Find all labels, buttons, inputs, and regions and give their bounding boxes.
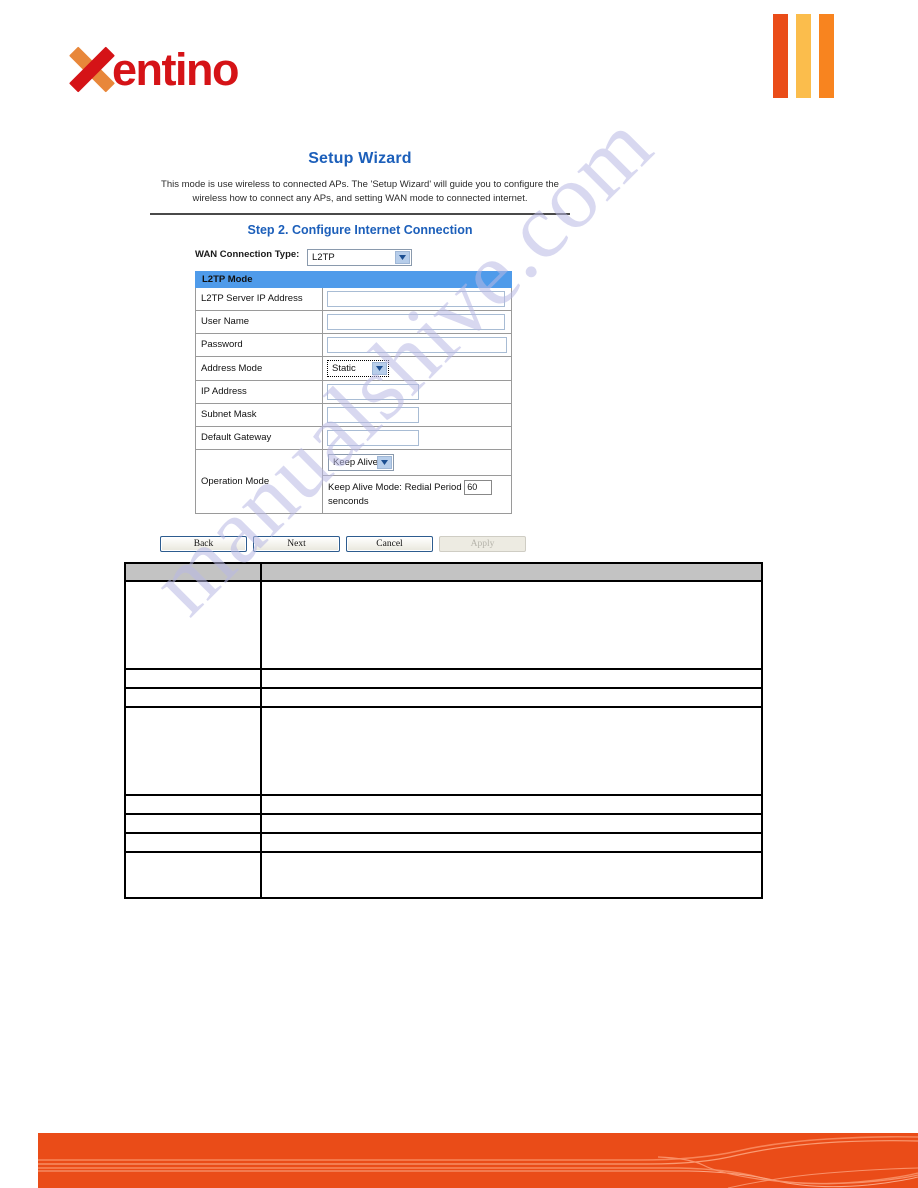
table-cell-label: [124, 794, 262, 815]
table-row: Default Gateway: [195, 425, 512, 450]
table-row: [124, 794, 763, 815]
wan-connection-type-row: WAN Connection Type: L2TP: [195, 248, 570, 266]
l2tp-server-ip-input[interactable]: [327, 290, 505, 307]
table-row: L2TP Server IP Address: [195, 286, 512, 311]
chevron-down-icon[interactable]: [395, 250, 410, 264]
table-row: Password: [195, 332, 512, 357]
table-cell-value: [260, 687, 763, 708]
table-cell-label: [124, 668, 262, 689]
redial-period-input[interactable]: 60: [464, 479, 493, 495]
document-page: entino Setup Wizard This mode is use wir…: [0, 0, 918, 1188]
ip-address-input[interactable]: [327, 383, 419, 400]
operation-mode-select[interactable]: Keep Alive: [328, 453, 394, 471]
table-cell-label: [124, 580, 262, 670]
table-header-col2: [260, 562, 763, 582]
table-row: [124, 668, 763, 689]
back-button[interactable]: Back: [160, 536, 247, 552]
l2tp-settings-table: L2TP Mode L2TP Server IP Address User Na…: [195, 270, 512, 515]
row-field-default-gateway: [322, 425, 512, 450]
row-field-password: [322, 332, 512, 357]
table-cell-value: [260, 851, 763, 899]
step-title: Step 2. Configure Internet Connection: [247, 222, 473, 237]
row-label-l2tp-server-ip: L2TP Server IP Address: [195, 286, 323, 311]
wan-connection-type-select[interactable]: L2TP: [307, 248, 412, 266]
table-cell-value: [260, 832, 763, 853]
l2tp-section-header-row: L2TP Mode: [195, 270, 512, 288]
table-cell-value: [260, 580, 763, 670]
user-name-input[interactable]: [327, 313, 505, 330]
row-field-operation-mode: Keep Alive Keep Alive Mode: Redial Perio…: [322, 448, 512, 515]
table-cell-label: [124, 687, 262, 708]
keep-alive-suffix-label: senconds: [328, 495, 369, 507]
table-cell-value: [260, 813, 763, 834]
row-field-l2tp-server-ip: [322, 286, 512, 311]
table-row-operation-mode: Operation Mode Keep Alive Keep Alive Mod…: [195, 448, 512, 515]
subnet-mask-input[interactable]: [327, 406, 419, 423]
address-mode-select[interactable]: Static: [326, 358, 390, 378]
accent-bar-1: [773, 14, 788, 98]
table-row: [124, 813, 763, 834]
cancel-button[interactable]: Cancel: [346, 536, 433, 552]
row-field-subnet-mask: [322, 402, 512, 427]
row-label-address-mode: Address Mode: [195, 355, 323, 381]
table-row: User Name: [195, 309, 512, 334]
brand-name: entino: [112, 43, 239, 95]
table-cell-label: [124, 813, 262, 834]
address-mode-value: Static: [332, 362, 356, 374]
row-field-address-mode: Static: [322, 355, 512, 381]
operation-mode-select-wrap: Keep Alive: [323, 450, 511, 476]
row-label-subnet-mask: Subnet Mask: [195, 402, 323, 427]
table-cell-value: [260, 794, 763, 815]
table-cell-label: [124, 851, 262, 899]
keep-alive-settings: Keep Alive Mode: Redial Period 60 sencon…: [323, 476, 511, 514]
default-gateway-input[interactable]: [327, 429, 419, 446]
footer-band: [38, 1133, 918, 1188]
brand-logo: entino: [69, 40, 239, 98]
wan-connection-type-value: L2TP: [312, 251, 335, 263]
chevron-down-icon[interactable]: [372, 361, 387, 375]
table-row: IP Address: [195, 379, 512, 404]
operation-mode-value: Keep Alive: [333, 456, 378, 468]
description-table: [124, 562, 763, 899]
router-admin-panel: Setup Wizard This mode is use wireless t…: [150, 150, 570, 515]
accent-bar-3: [819, 14, 834, 98]
table-row: [124, 580, 763, 670]
header-accent-bars: [773, 14, 835, 98]
table-row: [124, 832, 763, 853]
chevron-down-icon[interactable]: [377, 455, 392, 469]
table-cell-value: [260, 668, 763, 689]
table-row: [124, 851, 763, 899]
keep-alive-prefix-label: Keep Alive Mode: Redial Period: [328, 481, 462, 493]
row-label-operation-mode: Operation Mode: [195, 448, 323, 515]
divider: [150, 212, 570, 215]
x-mark-icon: [69, 46, 115, 92]
table-cell-label: [124, 832, 262, 853]
table-row: [124, 706, 763, 796]
row-label-user-name: User Name: [195, 309, 323, 334]
row-field-user-name: [322, 309, 512, 334]
accent-bar-2: [796, 14, 811, 98]
table-cell-value: [260, 706, 763, 796]
row-label-ip-address: IP Address: [195, 379, 323, 404]
apply-button: Apply: [439, 536, 526, 552]
next-button[interactable]: Next: [253, 536, 340, 552]
table-header-col1: [124, 562, 262, 582]
password-input[interactable]: [327, 336, 507, 353]
l2tp-section-header: L2TP Mode: [195, 270, 512, 288]
footer-wave-graphic: [38, 1133, 918, 1188]
table-row: Address Mode Static: [195, 355, 512, 381]
wizard-description: This mode is use wireless to connected A…: [161, 179, 559, 204]
page-title: Setup Wizard: [308, 150, 412, 167]
row-field-ip-address: [322, 379, 512, 404]
table-header-row: [124, 562, 763, 582]
wan-connection-type-label: WAN Connection Type:: [195, 248, 300, 260]
table-row: Subnet Mask: [195, 402, 512, 427]
row-label-default-gateway: Default Gateway: [195, 425, 323, 450]
wizard-button-row: Back Next Cancel Apply: [160, 536, 526, 552]
row-label-password: Password: [195, 332, 323, 357]
table-cell-label: [124, 706, 262, 796]
table-row: [124, 687, 763, 708]
